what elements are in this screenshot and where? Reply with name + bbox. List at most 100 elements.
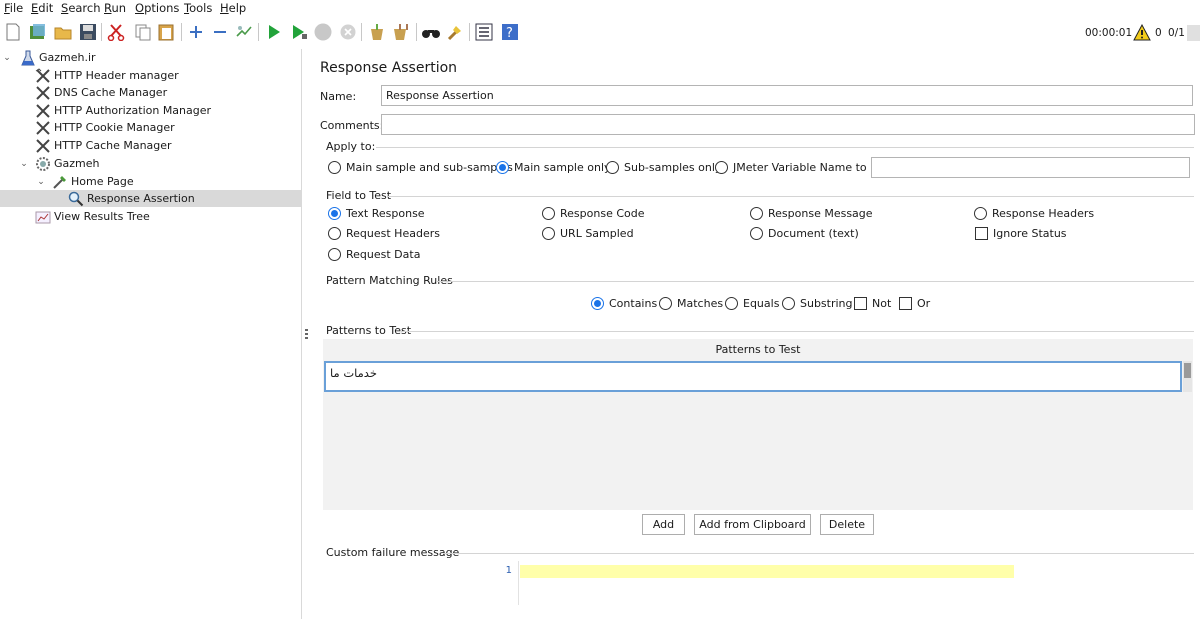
add-button[interactable]: Add <box>642 514 685 535</box>
tree-item-label: DNS Cache Manager <box>54 86 168 99</box>
function-helper-icon[interactable] <box>474 21 494 43</box>
field-to-test-label: Field to Test <box>326 189 392 202</box>
menu-options[interactable]: Options <box>135 1 179 15</box>
radio-label: Contains <box>609 297 658 310</box>
collapse-icon[interactable] <box>210 21 230 43</box>
apply-main-only-radio[interactable] <box>496 161 509 174</box>
warning-count: 0 <box>1155 27 1162 39</box>
tree-item-view-results-tree[interactable]: View Results Tree <box>35 208 150 225</box>
section-divider <box>376 147 1194 148</box>
templates-icon[interactable] <box>28 21 48 43</box>
help-icon[interactable]: ? <box>500 21 520 43</box>
tree-item-label: HTTP Authorization Manager <box>54 104 212 117</box>
apply-sub-only-radio[interactable] <box>606 161 619 174</box>
cut-icon[interactable] <box>106 21 126 43</box>
search-icon[interactable] <box>421 21 441 43</box>
save-icon[interactable] <box>78 21 98 43</box>
tree-item-header-manager[interactable]: HTTP Header manager <box>35 67 179 84</box>
chevron-down-icon[interactable]: ⌄ <box>19 159 29 169</box>
menu-file[interactable]: File <box>4 1 23 15</box>
patterns-column-header[interactable]: Patterns to Test <box>323 339 1193 361</box>
checkbox-label: Or <box>917 297 931 310</box>
rule-contains-radio[interactable] <box>591 297 604 310</box>
menu-edit[interactable]: Edit <box>31 1 53 15</box>
rule-matches-radio[interactable] <box>659 297 672 310</box>
rule-substring-radio[interactable] <box>782 297 795 310</box>
menu-tools[interactable]: Tools <box>184 1 212 15</box>
run-status: 00:00:01 0 0/1 <box>1080 17 1200 49</box>
tree-item-cookie-manager[interactable]: HTTP Cookie Manager <box>35 119 175 136</box>
paste-icon[interactable] <box>156 21 176 43</box>
tree-item-cache-manager[interactable]: HTTP Cache Manager <box>35 137 172 154</box>
chevron-down-icon[interactable]: ⌄ <box>2 53 12 63</box>
split-pane-grip[interactable] <box>305 329 308 341</box>
field-response-headers-radio[interactable] <box>974 207 987 220</box>
config-tools-icon <box>35 103 51 119</box>
svg-text:?: ? <box>506 26 513 41</box>
name-label: Name: <box>320 90 357 103</box>
tree-item-label: Home Page <box>71 175 134 188</box>
rule-not-checkbox[interactable] <box>854 297 867 310</box>
tree-item-home-page[interactable]: Home Page <box>52 173 134 190</box>
shutdown-icon[interactable] <box>338 21 358 43</box>
field-request-data-radio[interactable] <box>328 248 341 261</box>
expand-icon[interactable] <box>186 21 206 43</box>
patterns-scrollbar[interactable] <box>1183 361 1192 392</box>
variable-name-input[interactable] <box>871 157 1190 178</box>
open-icon[interactable] <box>53 21 73 43</box>
tree-item-label: Response Assertion <box>87 192 195 205</box>
tree-item-response-assertion[interactable]: Response Assertion <box>0 190 302 207</box>
radio-label: Sub-samples only <box>624 161 722 174</box>
start-icon[interactable] <box>264 21 284 43</box>
rule-or-checkbox[interactable] <box>899 297 912 310</box>
tree-item-dns-cache-manager[interactable]: DNS Cache Manager <box>35 84 167 101</box>
sampler-pipette-icon <box>52 174 68 190</box>
thread-group-gear-icon <box>35 156 51 172</box>
warning-icon[interactable] <box>1133 23 1151 44</box>
line-number-gutter: 1 <box>493 561 519 605</box>
tree-item-authorization-manager[interactable]: HTTP Authorization Manager <box>35 102 211 119</box>
radio-label: JMeter Variable Name to use <box>733 161 890 174</box>
field-response-code-radio[interactable] <box>542 207 555 220</box>
failure-message-editor[interactable]: 1 <box>493 561 1023 605</box>
tree-item-thread-group[interactable]: Gazmeh <box>35 155 100 172</box>
stop-icon[interactable] <box>313 21 333 43</box>
comments-input[interactable] <box>381 114 1195 135</box>
add-from-clipboard-button[interactable]: Add from Clipboard <box>694 514 811 535</box>
tree-item-label: HTTP Header manager <box>54 69 179 82</box>
radio-label: Substring <box>800 297 853 310</box>
field-url-sampled-radio[interactable] <box>542 227 555 240</box>
apply-variable-radio[interactable] <box>715 161 728 174</box>
clear-all-icon[interactable] <box>392 21 412 43</box>
section-divider <box>437 281 1194 282</box>
test-plan-icon <box>20 50 36 66</box>
field-text-response-radio[interactable] <box>328 207 341 220</box>
ignore-status-checkbox[interactable] <box>975 227 988 240</box>
field-document-radio[interactable] <box>750 227 763 240</box>
toggle-icon[interactable] <box>234 21 254 43</box>
chevron-down-icon[interactable]: ⌄ <box>36 177 46 187</box>
copy-icon[interactable] <box>133 21 153 43</box>
menu-help[interactable]: Help <box>220 1 246 15</box>
radio-label: Request Headers <box>346 227 440 240</box>
rule-equals-radio[interactable] <box>725 297 738 310</box>
menu-bar: File Edit Search Run Options Tools Help <box>0 0 1200 17</box>
response-assertion-editor: Response Assertion Name: Response Assert… <box>310 49 1200 619</box>
delete-button[interactable]: Delete <box>820 514 874 535</box>
start-no-pause-icon[interactable] <box>289 21 309 43</box>
field-request-headers-radio[interactable] <box>328 227 341 240</box>
radio-label: Response Message <box>768 207 873 220</box>
apply-main-and-sub-radio[interactable] <box>328 161 341 174</box>
menu-search[interactable]: Search <box>61 1 101 15</box>
radio-label: Text Response <box>346 207 425 220</box>
name-input[interactable]: Response Assertion <box>381 85 1193 106</box>
new-icon[interactable] <box>3 21 23 43</box>
tree-item-test-plan[interactable]: Gazmeh.ir <box>20 49 96 66</box>
reset-search-icon[interactable] <box>445 21 465 43</box>
failure-message-label: Custom failure message <box>326 546 460 559</box>
menu-run[interactable]: Run <box>104 1 126 15</box>
table-row[interactable]: خدمات ما <box>324 361 1182 392</box>
field-response-message-radio[interactable] <box>750 207 763 220</box>
clear-icon[interactable] <box>367 21 387 43</box>
section-divider <box>388 196 1194 197</box>
